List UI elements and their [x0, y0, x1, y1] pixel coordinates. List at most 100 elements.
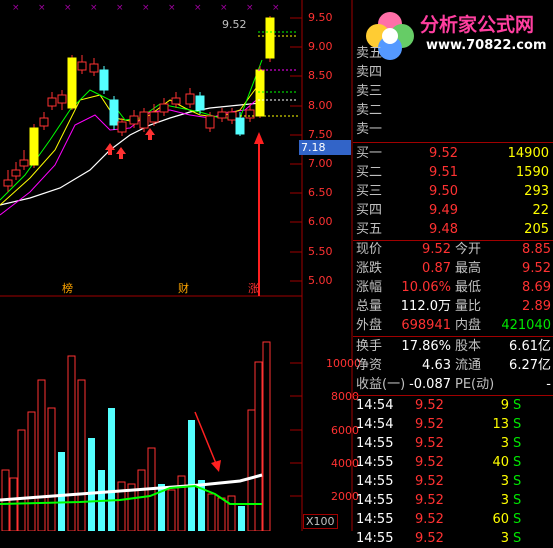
candle-body — [195, 95, 205, 111]
quote-label: 最低 — [455, 280, 482, 295]
buy-level-price: 9.50 — [429, 184, 458, 199]
buy-book-row: 买四 9.49 22 — [353, 201, 553, 220]
tick-side: S — [513, 436, 522, 451]
tick-row: 14:55 9.52 3 S — [353, 472, 553, 491]
buy-level-volume: 205 — [524, 222, 549, 237]
quote-label: 涨幅 — [356, 280, 383, 295]
price-tick-label: 9.00 — [308, 40, 333, 53]
candle-body — [245, 109, 255, 119]
event-tag-rank[interactable]: 榜 — [62, 280, 73, 296]
top-x-mark: × — [12, 3, 20, 13]
quote-row: 涨跌 0.87 最高 9.52 — [353, 259, 553, 278]
tick-row: 14:55 9.52 3 S — [353, 434, 553, 453]
quote-value: 112.0万 — [400, 299, 451, 314]
volume-bar-down — [238, 506, 245, 531]
top-x-mark: × — [246, 3, 254, 13]
volume-bar-down — [188, 420, 195, 531]
vol-annot-head — [211, 460, 221, 472]
quote-value: 8.69 — [522, 280, 551, 295]
top-x-mark: × — [38, 3, 46, 13]
quote-label: 量比 — [455, 299, 482, 314]
finance-value: -0.087 — [409, 377, 451, 392]
candle-body — [57, 94, 67, 104]
quote-value: 10.06% — [401, 280, 451, 295]
buy-level-price: 9.49 — [429, 203, 458, 218]
finance-label: 股本 — [455, 339, 482, 354]
tick-volume: 3 — [500, 436, 509, 451]
quote-label: 涨跌 — [356, 261, 383, 276]
buy-book-row: 买五 9.48 205 — [353, 220, 553, 239]
tick-time: 14:54 — [356, 417, 394, 432]
price-tick-label: 9.50 — [308, 11, 333, 24]
top-x-mark: × — [220, 3, 228, 13]
tick-price: 9.52 — [415, 398, 444, 413]
volume-bar-up — [67, 355, 76, 531]
quote-value: 2.89 — [522, 299, 551, 314]
tick-time: 14:55 — [356, 493, 394, 508]
top-x-mark: × — [142, 3, 150, 13]
quote-value: 8.85 — [522, 242, 551, 257]
buy-level-volume: 293 — [524, 184, 549, 199]
tick-time: 14:55 — [356, 474, 394, 489]
volume-bar-up — [167, 489, 176, 531]
candle-body — [39, 117, 49, 127]
tick-time: 14:55 — [356, 436, 394, 451]
finance-value: 4.63 — [422, 358, 451, 373]
quote-row: 涨幅 10.06% 最低 8.69 — [353, 278, 553, 297]
tick-price: 9.52 — [415, 493, 444, 508]
candle-body — [205, 115, 215, 129]
candle-body — [129, 115, 139, 125]
volume-bar-down — [88, 438, 95, 531]
event-tag-finance[interactable]: 财 — [178, 280, 189, 296]
buy-level-volume: 14900 — [507, 146, 549, 161]
candle-body — [217, 111, 227, 119]
quote-value: 9.52 — [522, 261, 551, 276]
tick-volume: 60 — [492, 512, 509, 527]
candle-body — [171, 97, 181, 105]
tick-side: S — [513, 455, 522, 470]
quote-label: 现价 — [356, 242, 383, 257]
finance-row: 净资 4.63 流通 6.27亿 — [353, 356, 553, 375]
event-tag-limit-up[interactable]: 涨 — [248, 280, 259, 296]
candle-body — [227, 111, 237, 121]
tick-price: 9.52 — [415, 436, 444, 451]
tick-side: S — [513, 512, 522, 527]
top-x-mark: × — [90, 3, 98, 13]
top-x-mark: × — [168, 3, 176, 13]
ma-line-yellow — [0, 79, 263, 206]
tick-row: 14:55 9.52 60 S — [353, 510, 553, 529]
top-x-mark: × — [116, 3, 124, 13]
candle-body — [117, 121, 127, 133]
quote-row: 现价 9.52 今开 8.85 — [353, 240, 553, 259]
volume-bar-up — [137, 469, 146, 531]
tick-price: 9.52 — [415, 531, 444, 546]
tick-row: 14:55 9.52 3 S — [353, 491, 553, 510]
volume-bar-up — [37, 379, 46, 531]
tick-time: 14:55 — [356, 531, 394, 546]
tick-row: 14:55 9.52 3 S — [353, 529, 553, 548]
candle-body — [11, 169, 21, 177]
tick-price: 9.52 — [415, 455, 444, 470]
tick-time: 14:55 — [356, 455, 394, 470]
volume-bar-up — [254, 361, 263, 531]
buy-level-price: 9.52 — [429, 146, 458, 161]
buy-level-label: 买五 — [356, 222, 383, 237]
buy-level-price: 9.48 — [429, 222, 458, 237]
price-tick-label: 5.00 — [308, 274, 333, 287]
tick-row: 14:55 9.52 40 S — [353, 453, 553, 472]
logo-title: 分析家公式网 — [420, 14, 535, 36]
tick-price: 9.52 — [415, 512, 444, 527]
tick-row: 14:54 9.52 13 S — [353, 415, 553, 434]
tick-price: 9.52 — [415, 474, 444, 489]
quote-value: 0.87 — [422, 261, 451, 276]
candle-body — [159, 103, 169, 113]
volume-bar-down — [108, 408, 115, 531]
tick-volume: 9 — [500, 398, 509, 413]
finance-label: 净资 — [356, 358, 383, 373]
price-tick-label: 6.50 — [308, 186, 333, 199]
top-x-mark: × — [272, 3, 280, 13]
buy-level-label: 买四 — [356, 203, 383, 218]
price-tick-label: 7.00 — [308, 157, 333, 170]
vol-unit-label: X100 — [303, 514, 338, 529]
finance-value: 6.61亿 — [509, 339, 551, 354]
